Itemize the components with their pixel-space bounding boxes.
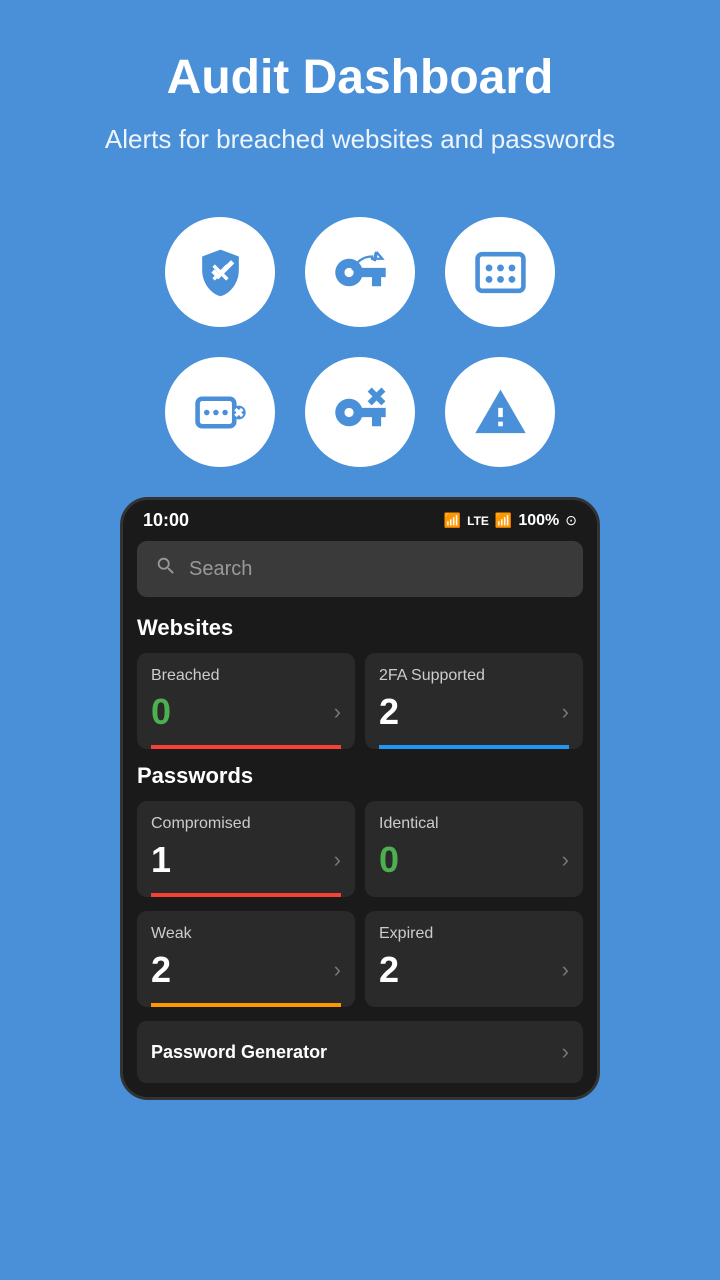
weak-row: 2 ›	[151, 949, 341, 1003]
websites-cards-grid: Breached 0 › 2FA Supported 2 ›	[137, 653, 583, 749]
page-subtitle: Alerts for breached websites and passwor…	[40, 121, 680, 157]
weak-card[interactable]: Weak 2 ›	[137, 911, 355, 1007]
password-generator-label: Password Generator	[151, 1042, 327, 1063]
passwords-section: Passwords Compromised 1 › Identical 0	[137, 763, 583, 1007]
search-icon	[155, 555, 177, 583]
breached-row: 0 ›	[151, 691, 341, 745]
expired-label: Expired	[379, 925, 569, 943]
identical-value: 0	[379, 839, 399, 881]
websites-section: Websites Breached 0 › 2FA Supported 2	[137, 615, 583, 749]
status-time: 10:00	[143, 510, 189, 531]
key-rotate-icon[interactable]	[305, 217, 415, 327]
breached-indicator	[151, 745, 341, 749]
websites-section-header: Websites	[137, 615, 583, 641]
identical-row: 0 ›	[379, 839, 569, 893]
expired-chevron: ›	[562, 957, 569, 983]
status-bar: 10:00 📶 LTE 📶 100% ⊙	[123, 500, 597, 541]
2fa-card[interactable]: 2FA Supported 2 ›	[365, 653, 583, 749]
identical-label: Identical	[379, 815, 569, 833]
password-generator-chevron: ›	[562, 1039, 569, 1065]
weak-value: 2	[151, 949, 171, 991]
passwords-cards-grid-bottom: Weak 2 › Expired 2 ›	[137, 911, 583, 1007]
identical-indicator	[379, 893, 569, 897]
search-placeholder: Search	[189, 558, 252, 581]
passwords-cards-grid-top: Compromised 1 › Identical 0 ›	[137, 801, 583, 897]
wifi-icon: 📶	[444, 512, 461, 529]
key-cross-icon[interactable]	[305, 357, 415, 467]
breached-label: Breached	[151, 667, 341, 685]
expired-row: 2 ›	[379, 949, 569, 1003]
signal-icon: 📶	[495, 512, 512, 529]
weak-indicator	[151, 1003, 341, 1007]
header-section: Audit Dashboard Alerts for breached webs…	[0, 0, 720, 177]
page-title: Audit Dashboard	[40, 50, 680, 105]
compromised-chevron: ›	[334, 847, 341, 873]
expired-card[interactable]: Expired 2 ›	[365, 911, 583, 1007]
app-content: Search Websites Breached 0 › 2FA Support…	[123, 541, 597, 1097]
lte-icon: LTE	[467, 514, 489, 528]
battery-text: 100%	[518, 512, 559, 530]
compromised-label: Compromised	[151, 815, 341, 833]
identical-chevron: ›	[562, 847, 569, 873]
breached-value: 0	[151, 691, 171, 733]
warning-icon[interactable]	[445, 357, 555, 467]
search-bar[interactable]: Search	[137, 541, 583, 597]
2fa-chevron: ›	[562, 699, 569, 725]
password-wrong-icon[interactable]	[165, 357, 275, 467]
password-generator-item[interactable]: Password Generator ›	[137, 1021, 583, 1083]
weak-label: Weak	[151, 925, 341, 943]
expired-indicator	[379, 1003, 569, 1007]
icons-grid	[165, 217, 555, 467]
compromised-value: 1	[151, 839, 171, 881]
battery-icon: ⊙	[565, 512, 577, 529]
expired-value: 2	[379, 949, 399, 991]
2fa-label: 2FA Supported	[379, 667, 569, 685]
2fa-row: 2 ›	[379, 691, 569, 745]
breached-chevron: ›	[334, 699, 341, 725]
compromised-card[interactable]: Compromised 1 ›	[137, 801, 355, 897]
identical-card[interactable]: Identical 0 ›	[365, 801, 583, 897]
weak-chevron: ›	[334, 957, 341, 983]
2fa-value: 2	[379, 691, 399, 733]
passwords-section-header: Passwords	[137, 763, 583, 789]
password-dots-icon[interactable]	[445, 217, 555, 327]
compromised-row: 1 ›	[151, 839, 341, 893]
compromised-indicator	[151, 893, 341, 897]
shield-breach-icon[interactable]	[165, 217, 275, 327]
breached-card[interactable]: Breached 0 ›	[137, 653, 355, 749]
2fa-indicator	[379, 745, 569, 749]
phone-mockup: 10:00 📶 LTE 📶 100% ⊙ Search Websites	[120, 497, 600, 1100]
status-icons: 📶 LTE 📶 100% ⊙	[444, 512, 577, 530]
